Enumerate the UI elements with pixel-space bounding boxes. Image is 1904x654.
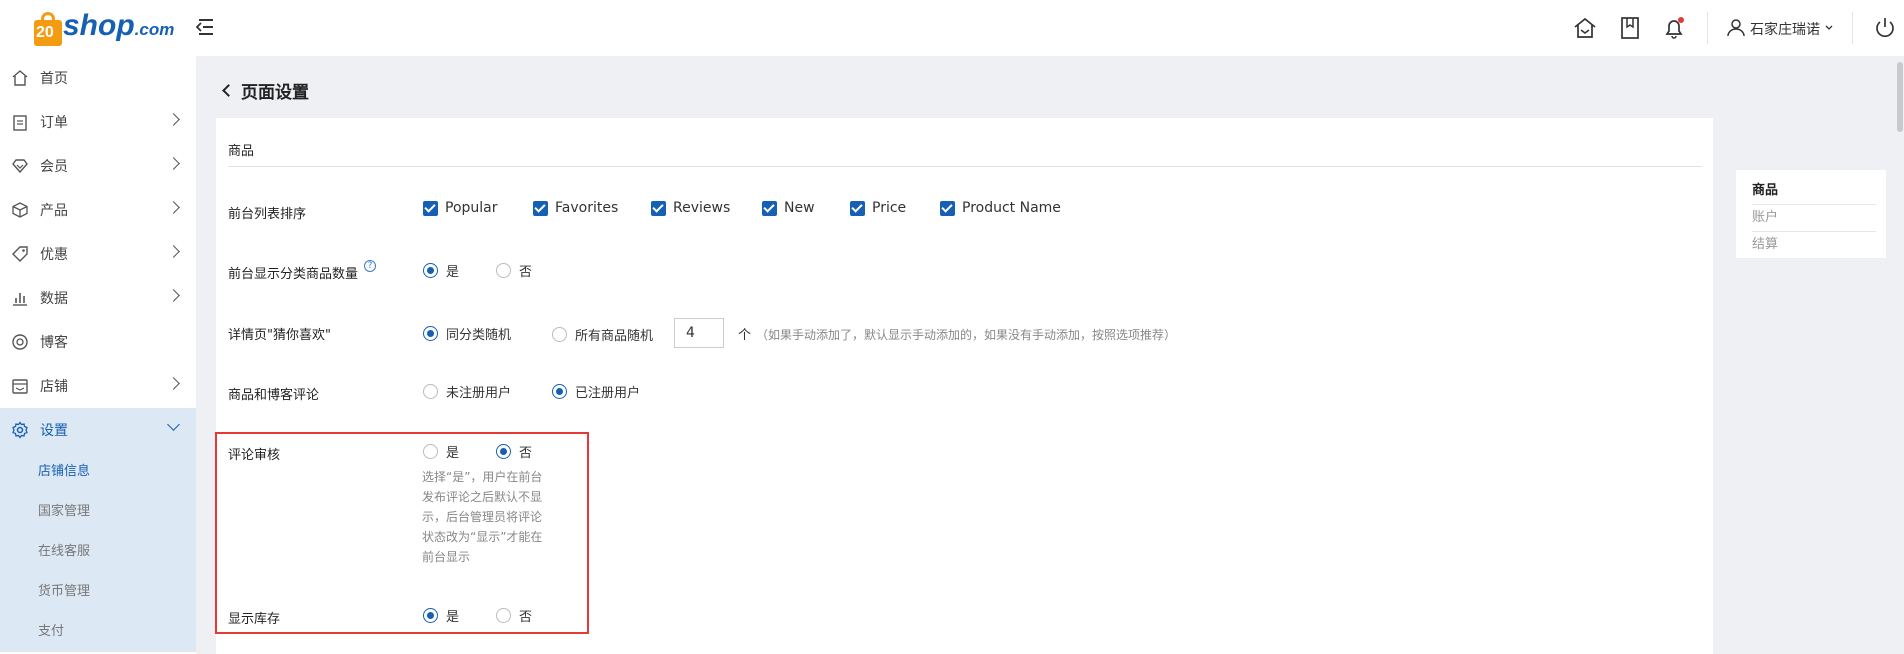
radio-icon	[552, 384, 567, 399]
store-icon	[10, 376, 30, 396]
scrollbar-track[interactable]	[1896, 56, 1904, 654]
diamond-icon	[10, 156, 30, 176]
chevron-right-icon	[167, 377, 180, 390]
home-icon	[10, 68, 30, 88]
submenu-item-store-info[interactable]: 店铺信息	[0, 452, 196, 492]
top-header: 20 shop.com 石家庄瑞诺	[0, 0, 1904, 56]
show-count-no-radio[interactable]: 否	[496, 261, 532, 280]
sort-option-new[interactable]: New	[762, 200, 815, 216]
submenu-item-countries[interactable]: 国家管理	[0, 492, 196, 532]
sort-label: 前台列表排序	[228, 207, 307, 222]
sidebar-item-promotions[interactable]: 优惠	[0, 232, 196, 276]
chevron-down-icon	[1824, 21, 1834, 37]
home-icon[interactable]	[1572, 15, 1598, 41]
section-divider	[228, 166, 1702, 167]
checkbox-icon	[651, 200, 666, 216]
sort-option-price[interactable]: Price	[850, 200, 906, 216]
shopping-bag-icon: 20	[34, 12, 62, 46]
guess-like-label: 详情页"猜你喜欢"	[228, 328, 331, 343]
chevron-right-icon	[167, 201, 180, 214]
menu-toggle-icon[interactable]	[195, 17, 215, 37]
anchor-nav: 商品 账户 结算	[1736, 170, 1886, 258]
review-comment-registered-radio[interactable]: 已注册用户	[552, 382, 640, 401]
anchor-item-products[interactable]: 商品	[1752, 178, 1876, 205]
checkbox-icon	[533, 200, 548, 216]
radio-icon	[423, 326, 438, 341]
help-icon[interactable]: ?	[364, 260, 377, 272]
section-title: 商品	[228, 144, 255, 159]
chevron-right-icon	[167, 157, 180, 170]
sidebar-item-home[interactable]: 首页	[0, 56, 196, 100]
review-comment-label: 商品和博客评论	[228, 388, 320, 403]
checkbox-icon	[762, 200, 777, 216]
sidebar-item-store[interactable]: 店铺	[0, 364, 196, 408]
guess-like-count-input[interactable]	[674, 318, 724, 348]
guess-like-all-products-radio[interactable]: 所有商品随机	[552, 325, 653, 344]
blog-icon	[10, 332, 30, 352]
bookmark-icon[interactable]	[1617, 15, 1643, 41]
radio-icon	[552, 327, 567, 342]
sort-option-product-name[interactable]: Product Name	[940, 200, 1061, 216]
user-icon	[1726, 17, 1746, 41]
scrollbar-thumb[interactable]	[1897, 62, 1903, 132]
gear-icon	[10, 420, 30, 440]
tag-icon	[10, 244, 30, 264]
sort-option-popular[interactable]: Popular	[423, 200, 498, 216]
guess-like-unit: 个	[738, 328, 752, 343]
bar-chart-icon	[10, 288, 30, 308]
highlight-box	[215, 432, 589, 634]
radio-icon	[423, 263, 438, 278]
sidebar-item-data[interactable]: 数据	[0, 276, 196, 320]
sidebar-item-orders[interactable]: 订单	[0, 100, 196, 144]
submenu-item-currency[interactable]: 货币管理	[0, 572, 196, 612]
page-title: 页面设置	[222, 78, 309, 103]
submenu-item-live-chat[interactable]: 在线客服	[0, 532, 196, 572]
chevron-right-icon	[167, 245, 180, 258]
chevron-down-icon	[167, 418, 180, 431]
sort-option-favorites[interactable]: Favorites	[533, 200, 618, 216]
logo[interactable]: 20 shop.com	[34, 6, 174, 46]
sidebar-item-blog[interactable]: 博客	[0, 320, 196, 364]
sort-option-reviews[interactable]: Reviews	[651, 200, 730, 216]
chevron-right-icon	[167, 289, 180, 302]
user-menu[interactable]: 石家庄瑞诺	[1726, 17, 1834, 41]
submenu-item-payment[interactable]: 支付	[0, 612, 196, 652]
header-divider	[1707, 12, 1708, 44]
bell-icon[interactable]	[1661, 15, 1687, 41]
settings-submenu: 店铺信息 国家管理 在线客服 货币管理 支付	[0, 452, 196, 652]
checkbox-icon	[423, 200, 438, 216]
anchor-item-account[interactable]: 账户	[1752, 205, 1876, 232]
show-count-label: 前台显示分类商品数量?	[228, 260, 377, 282]
user-name: 石家庄瑞诺	[1750, 22, 1820, 38]
clipboard-icon	[10, 112, 30, 132]
chevron-right-icon	[167, 113, 180, 126]
sidebar-item-products[interactable]: 产品	[0, 188, 196, 232]
review-comment-unregistered-radio[interactable]: 未注册用户	[423, 382, 511, 401]
anchor-item-checkout[interactable]: 结算	[1752, 232, 1876, 259]
back-icon[interactable]	[222, 84, 235, 97]
logo-text: shop.com	[63, 9, 175, 42]
guess-like-hint: （如果手动添加了，默认显示手动添加的，如果没有手动添加，按照选项推荐）	[756, 328, 1177, 342]
sidebar-item-members[interactable]: 会员	[0, 144, 196, 188]
checkbox-icon	[850, 200, 865, 216]
checkbox-icon	[940, 200, 955, 216]
header-divider	[1852, 12, 1853, 44]
cube-icon	[10, 200, 30, 220]
radio-icon	[423, 384, 438, 399]
show-count-yes-radio[interactable]: 是	[423, 261, 459, 280]
radio-icon	[496, 263, 511, 278]
sidebar: 首页 订单 会员 产品 优惠 数据 博客 店铺 设置 店铺信息 国家管理 在线客…	[0, 56, 196, 654]
power-icon[interactable]	[1872, 15, 1898, 41]
sidebar-item-settings[interactable]: 设置	[0, 408, 196, 452]
guess-like-same-category-radio[interactable]: 同分类随机	[423, 324, 511, 343]
